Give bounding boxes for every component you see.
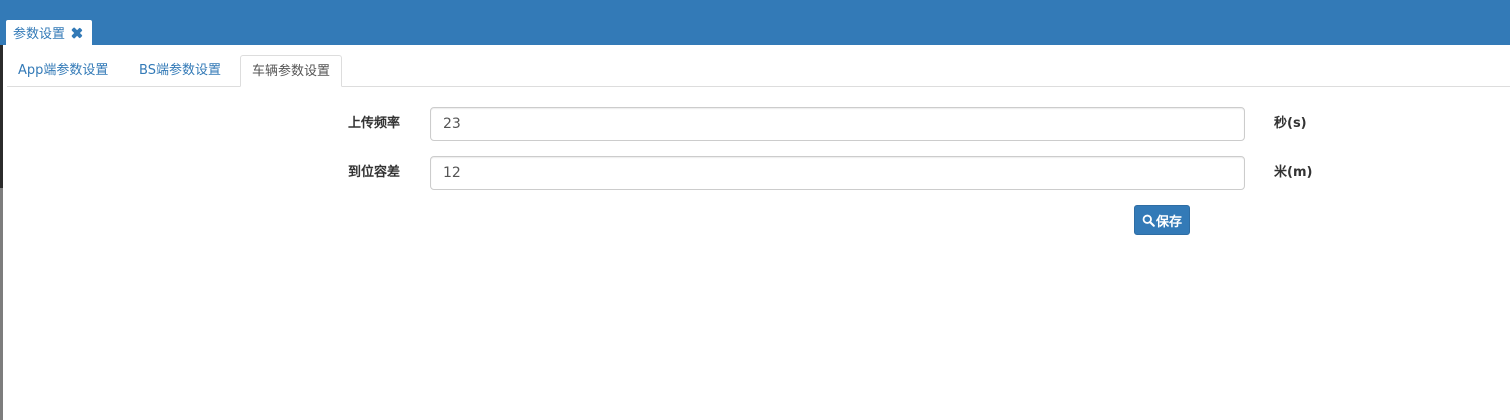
save-button[interactable]: 保存 <box>1134 205 1190 235</box>
position-tolerance-input[interactable] <box>430 156 1245 190</box>
position-tolerance-unit: 米(m) <box>1274 165 1313 180</box>
form-row-upload-frequency: 上传频率 秒(s) <box>0 107 1510 141</box>
upload-frequency-unit: 秒(s) <box>1274 116 1307 131</box>
save-button-label: 保存 <box>1155 213 1182 229</box>
tab-app-settings[interactable]: App端参数设置 <box>7 55 119 86</box>
form-row-position-tolerance: 到位容差 米(m) <box>0 156 1510 190</box>
tab-parameter-settings[interactable]: 参数设置 <box>6 20 93 45</box>
tab-label: 参数设置 <box>13 27 66 42</box>
upload-frequency-label: 上传频率 <box>347 116 400 131</box>
tab-vehicle-settings[interactable]: 车辆参数设置 <box>240 55 343 87</box>
search-icon <box>1142 214 1155 227</box>
upload-frequency-input[interactable] <box>430 107 1245 141</box>
position-tolerance-label: 到位容差 <box>347 165 400 180</box>
tab-bs-settings[interactable]: BS端参数设置 <box>128 55 232 86</box>
top-tab-bar: 参数设置 <box>0 0 1510 45</box>
window-left-edge-lower <box>0 188 3 420</box>
close-icon[interactable] <box>71 27 83 39</box>
subtab-bar: App端参数设置 BS端参数设置 车辆参数设置 <box>7 55 1510 87</box>
